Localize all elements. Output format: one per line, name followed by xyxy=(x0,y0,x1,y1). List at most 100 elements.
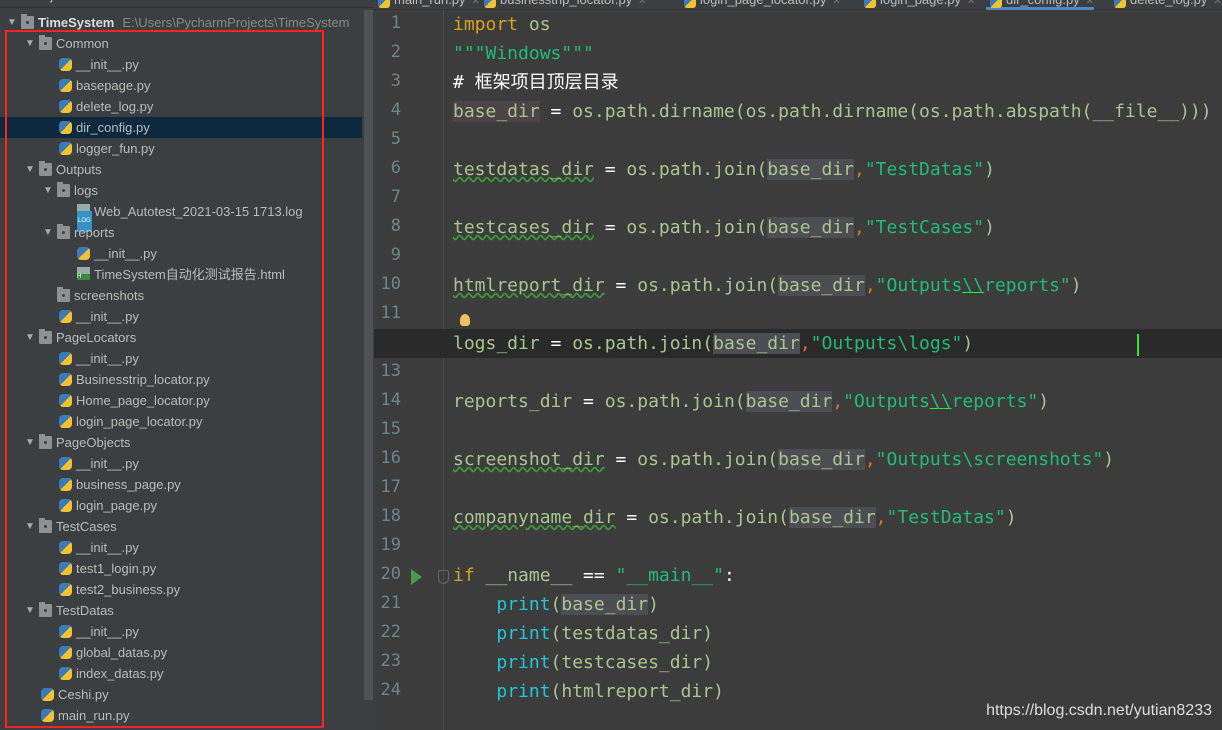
code-token: print xyxy=(496,594,551,615)
close-icon[interactable]: ✕ xyxy=(638,0,646,7)
tab-label: businesstrip_locator.py xyxy=(500,0,632,7)
tree-item[interactable]: Web_Autotest_2021-03-15 1713.log xyxy=(0,201,362,232)
tree-item[interactable]: logger_fun.py xyxy=(0,138,362,159)
fold-icon[interactable] xyxy=(438,570,449,584)
tree-item[interactable]: delete_log.py xyxy=(0,96,362,117)
tree-item-label: business_page.py xyxy=(76,474,181,495)
code-line[interactable] xyxy=(374,474,1222,503)
tree-item[interactable]: screenshots xyxy=(0,285,362,306)
tree-item[interactable]: main_run.py xyxy=(0,705,362,726)
chevron-down-icon[interactable]: ▼ xyxy=(43,180,53,201)
close-icon[interactable]: ✕ xyxy=(833,0,841,7)
tree-item[interactable]: __init__.py xyxy=(0,306,362,327)
code-line[interactable] xyxy=(374,358,1222,387)
chevron-down-icon[interactable]: ▼ xyxy=(25,600,35,621)
tree-item-label: __init__.py xyxy=(76,537,139,558)
code-line[interactable] xyxy=(374,300,1222,329)
code-editor[interactable]: 123456789101112131415161718192021222324 … xyxy=(374,10,1222,730)
code-line[interactable] xyxy=(374,532,1222,561)
tree-item[interactable]: ▼ reports xyxy=(0,222,362,243)
tab-delete-log-py[interactable]: delete_log.py ✕ xyxy=(1110,0,1222,10)
tree-item[interactable]: ▼ TestDatas xyxy=(0,600,362,621)
tree-item[interactable]: ▼ TimeSystem E:\Users\PycharmProjects\Time… xyxy=(0,12,362,33)
code-token: = xyxy=(593,217,627,238)
code-line[interactable]: base_dir = os.path.dirname(os.path.dirna… xyxy=(374,97,1222,126)
chevron-down-icon[interactable]: ▼ xyxy=(7,12,17,33)
chevron-down-icon[interactable]: ▼ xyxy=(25,327,35,348)
tree-item[interactable]: business_page.py xyxy=(0,474,362,495)
tab-businesstrip-locator-py[interactable]: businesstrip_locator.py ✕ xyxy=(480,0,647,10)
code-token: base_dir xyxy=(767,217,854,238)
code-line[interactable]: htmlreport_dir = os.path.join(base_dir,"… xyxy=(374,271,1222,300)
close-icon[interactable]: ✕ xyxy=(1086,0,1094,7)
code-token: = xyxy=(593,159,627,180)
code-line[interactable] xyxy=(374,416,1222,445)
tree-item[interactable]: __init__.py xyxy=(0,348,362,369)
run-icon[interactable] xyxy=(411,569,422,585)
tree-item[interactable]: Ceshi.py xyxy=(0,684,362,705)
code-token: reports_dir xyxy=(453,391,573,412)
tree-item[interactable]: test1_login.py xyxy=(0,558,362,579)
tree-item[interactable]: Businesstrip_locator.py xyxy=(0,369,362,390)
tree-item[interactable]: __init__.py xyxy=(0,537,362,558)
tree-item[interactable]: login_page.py xyxy=(0,495,362,516)
tree-item[interactable]: __init__.py xyxy=(0,453,362,474)
tree-item-label: logs xyxy=(74,180,98,201)
tree-item[interactable]: Home_page_locator.py xyxy=(0,390,362,411)
code-token: ) xyxy=(984,159,995,180)
tree-item-text: __init__.py xyxy=(94,246,157,261)
chevron-down-icon[interactable]: ▼ xyxy=(25,33,35,54)
tree-item[interactable]: ▼ PageObjects xyxy=(0,432,362,453)
code-token: = xyxy=(539,333,573,354)
code-line[interactable]: companyname_dir = os.path.join(base_dir,… xyxy=(374,503,1222,532)
tree-item[interactable]: index_datas.py xyxy=(0,663,362,684)
chevron-down-icon[interactable]: ▼ xyxy=(25,516,35,537)
code-line[interactable]: print(base_dir) xyxy=(374,590,1222,619)
code-line[interactable] xyxy=(374,242,1222,271)
tree-item[interactable]: TimeSystem自动化测试报告.html xyxy=(0,264,362,285)
tab-login-page-py[interactable]: login_page.py ✕ xyxy=(860,0,975,10)
tree-item[interactable]: ▼ logs xyxy=(0,180,362,201)
tree-item[interactable]: global_datas.py xyxy=(0,642,362,663)
tree-item[interactable]: ▼ Common xyxy=(0,33,362,54)
tab-main-run-py[interactable]: main_run.py ✕ xyxy=(374,0,480,10)
chevron-down-icon[interactable]: ▼ xyxy=(25,432,35,453)
py-file-icon xyxy=(59,394,72,407)
code-token: os.path.join( xyxy=(626,217,768,238)
tree-scrollbar[interactable] xyxy=(364,10,373,700)
tree-item[interactable]: __init__.py xyxy=(0,54,362,75)
close-icon[interactable]: ✕ xyxy=(1213,0,1221,7)
chevron-down-icon[interactable]: ▼ xyxy=(43,222,53,243)
code-line[interactable]: testcases_dir = os.path.join(base_dir,"T… xyxy=(374,213,1222,242)
code-line[interactable]: # 框架项目顶层目录 xyxy=(374,68,1222,97)
code-line[interactable] xyxy=(374,184,1222,213)
tab-dir-config-py[interactable]: dir_config.py ✕ xyxy=(986,0,1095,10)
code-line[interactable]: screenshot_dir = os.path.join(base_dir,"… xyxy=(374,445,1222,474)
code-line[interactable]: if __name__ == "__main__": xyxy=(374,561,1222,590)
tree-item[interactable]: ▼ Outputs xyxy=(0,159,362,180)
tree-item[interactable]: ▼ PageLocators xyxy=(0,327,362,348)
tree-item[interactable]: basepage.py xyxy=(0,75,362,96)
code-line[interactable]: print(testdatas_dir) xyxy=(374,619,1222,648)
tree-item[interactable]: __init__.py xyxy=(0,621,362,642)
tree-item[interactable]: __init__.py xyxy=(0,243,362,264)
chevron-down-icon[interactable]: ▼ xyxy=(25,159,35,180)
tab-login-page-locator-py[interactable]: login_page_locator.py ✕ xyxy=(680,0,841,10)
tree-item[interactable]: test2_business.py xyxy=(0,579,362,600)
close-icon[interactable]: ✕ xyxy=(472,0,480,7)
code-line[interactable]: print(testcases_dir) xyxy=(374,648,1222,677)
code-line[interactable]: testdatas_dir = os.path.join(base_dir,"T… xyxy=(374,155,1222,184)
code-token: companyname_dir xyxy=(453,507,616,528)
code-line[interactable] xyxy=(374,126,1222,155)
lightbulb-icon[interactable] xyxy=(460,314,470,326)
code-line[interactable]: import os xyxy=(374,10,1222,39)
tree-item[interactable]: login_page_locator.py xyxy=(0,411,362,432)
tree-item[interactable]: dir_config.py xyxy=(0,117,362,138)
close-icon[interactable]: ✕ xyxy=(967,0,975,7)
code-token: , xyxy=(864,449,876,470)
tree-item[interactable]: ▼ TestCases xyxy=(0,516,362,537)
code-line[interactable]: logs_dir = os.path.join(base_dir,"Output… xyxy=(374,329,1222,358)
code-line[interactable]: reports_dir = os.path.join(base_dir,"Out… xyxy=(374,387,1222,416)
code-line[interactable]: """Windows""" xyxy=(374,39,1222,68)
py-file-icon xyxy=(59,478,72,491)
